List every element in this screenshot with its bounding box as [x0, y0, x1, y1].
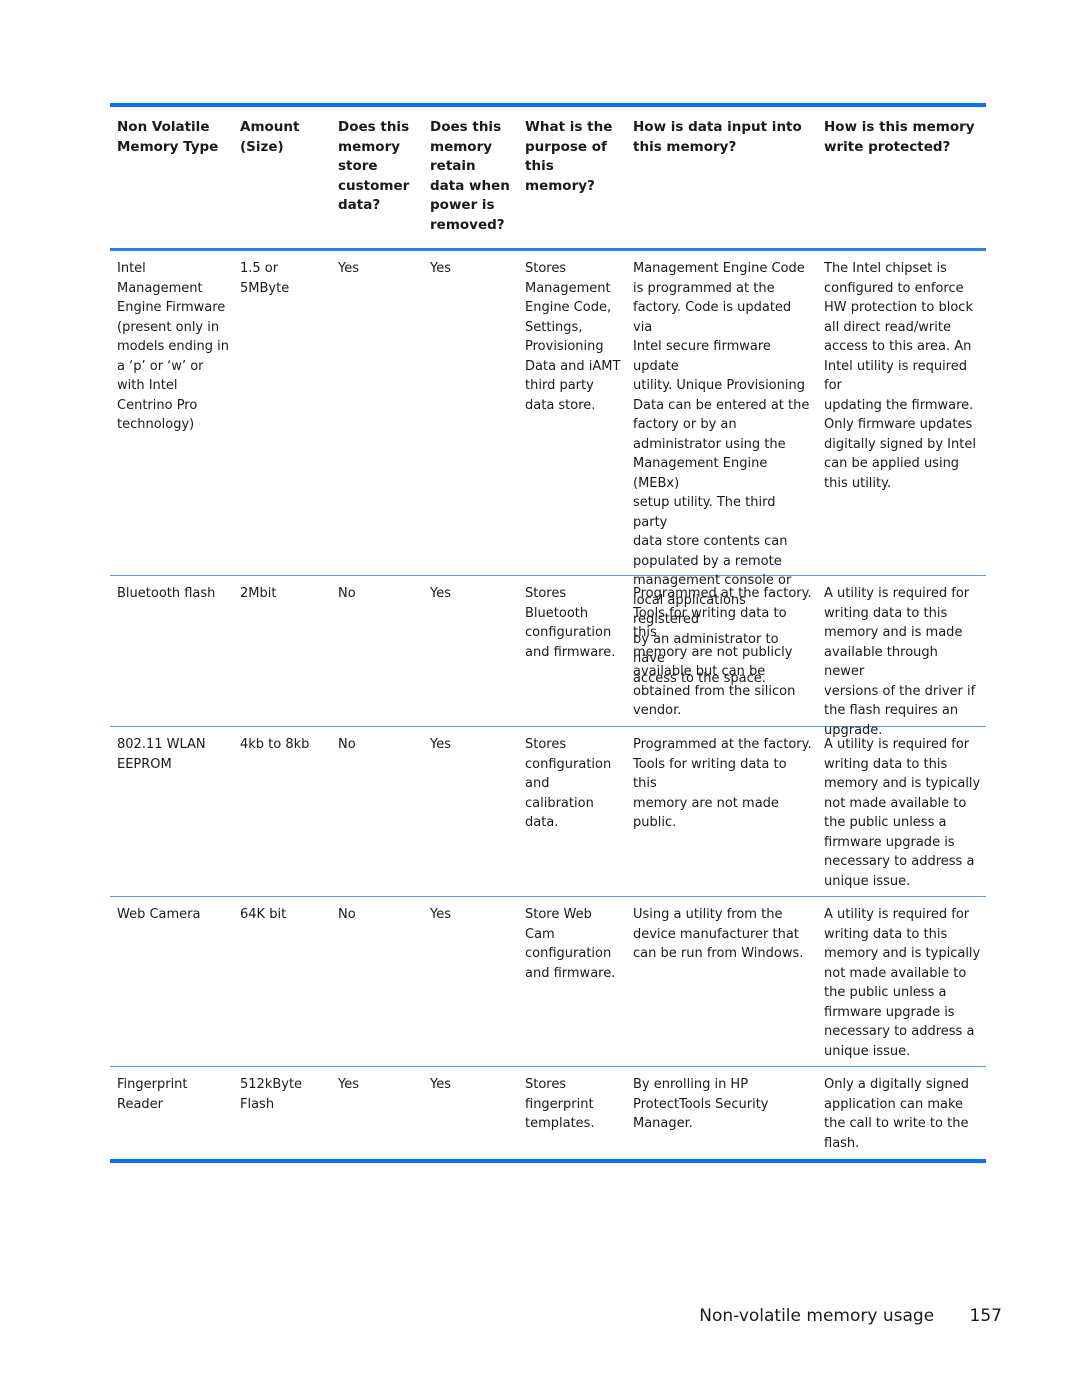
cell-data-input: Management Engine Code is programmed at … — [633, 261, 810, 686]
cell-purpose: Stores configuration and calibration dat… — [525, 737, 612, 830]
cell-memory-type: Intel Management Engine Firmware (presen… — [117, 261, 229, 432]
cell-memory-type: Fingerprint Reader — [117, 1077, 188, 1112]
cell-stores-customer-data: No — [338, 737, 356, 752]
cell-amount: 2Mbit — [240, 586, 277, 601]
cell-data-input: Programmed at the factory. Tools for wri… — [633, 737, 812, 830]
cell-retains-data: Yes — [430, 907, 451, 922]
table-row: 802.11 WLAN EEPROM 4kb to 8kb No Yes Sto… — [110, 727, 986, 896]
cell-amount: 64K bit — [240, 907, 287, 922]
cell-retains-data: Yes — [430, 261, 451, 276]
cell-data-input: By enrolling in HP ProtectTools Security… — [633, 1077, 769, 1131]
cell-stores-customer-data: No — [338, 907, 356, 922]
page-number: 157 — [969, 1306, 1002, 1326]
header-retains-data: Does this memory retain data when power … — [430, 119, 510, 233]
memory-table: Non Volatile Memory Type Amount (Size) D… — [110, 103, 986, 1163]
cell-retains-data: Yes — [430, 1077, 451, 1092]
cell-purpose: Stores fingerprint templates. — [525, 1077, 595, 1131]
header-purpose: What is the purpose of this memory? — [525, 119, 613, 194]
table-row: Bluetooth flash 2Mbit No Yes Stores Blue… — [110, 576, 986, 738]
table-bottom-rule — [110, 1159, 986, 1163]
table-row: Intel Management Engine Firmware (presen… — [110, 251, 986, 686]
cell-amount: 1.5 or 5MByte — [240, 261, 290, 296]
cell-write-protection: Only a digitally signed application can … — [824, 1077, 969, 1151]
cell-memory-type: Web Camera — [117, 907, 201, 922]
cell-stores-customer-data: No — [338, 586, 356, 601]
cell-stores-customer-data: Yes — [338, 261, 359, 276]
header-data-input: How is data input into this memory? — [633, 119, 802, 155]
table-row: Fingerprint Reader 512kByte Flash Yes Ye… — [110, 1067, 986, 1159]
cell-purpose: Stores Bluetooth configuration and firmw… — [525, 586, 616, 660]
header-amount: Amount (Size) — [240, 119, 300, 155]
cell-amount: 512kByte Flash — [240, 1077, 303, 1112]
footer-section-title: Non-volatile memory usage — [699, 1306, 935, 1326]
cell-memory-type: Bluetooth flash — [117, 586, 216, 601]
cell-data-input: Programmed at the factory. Tools for wri… — [633, 586, 812, 718]
table-row: Web Camera 64K bit No Yes Store Web Cam … — [110, 897, 986, 1066]
cell-purpose: Stores Management Engine Code, Settings,… — [525, 261, 621, 413]
cell-memory-type: 802.11 WLAN EEPROM — [117, 737, 206, 772]
cell-retains-data: Yes — [430, 586, 451, 601]
cell-amount: 4kb to 8kb — [240, 737, 310, 752]
header-memory-type: Non Volatile Memory Type — [117, 119, 219, 155]
header-stores-customer-data: Does this memory store customer data? — [338, 119, 410, 213]
cell-write-protection: A utility is required for writing data t… — [824, 907, 981, 1059]
cell-stores-customer-data: Yes — [338, 1077, 359, 1092]
cell-data-input: Using a utility from the device manufact… — [633, 907, 804, 961]
header-write-protection: How is this memory write protected? — [824, 119, 975, 155]
table-header-row: Non Volatile Memory Type Amount (Size) D… — [110, 107, 986, 248]
cell-purpose: Store Web Cam configuration and firmware… — [525, 907, 616, 981]
cell-write-protection: A utility is required for writing data t… — [824, 737, 981, 889]
page-footer: Non-volatile memory usage 157 — [699, 1306, 1002, 1326]
cell-write-protection: A utility is required for writing data t… — [824, 586, 976, 738]
cell-retains-data: Yes — [430, 737, 451, 752]
cell-write-protection: The Intel chipset is configured to enfor… — [824, 261, 976, 491]
